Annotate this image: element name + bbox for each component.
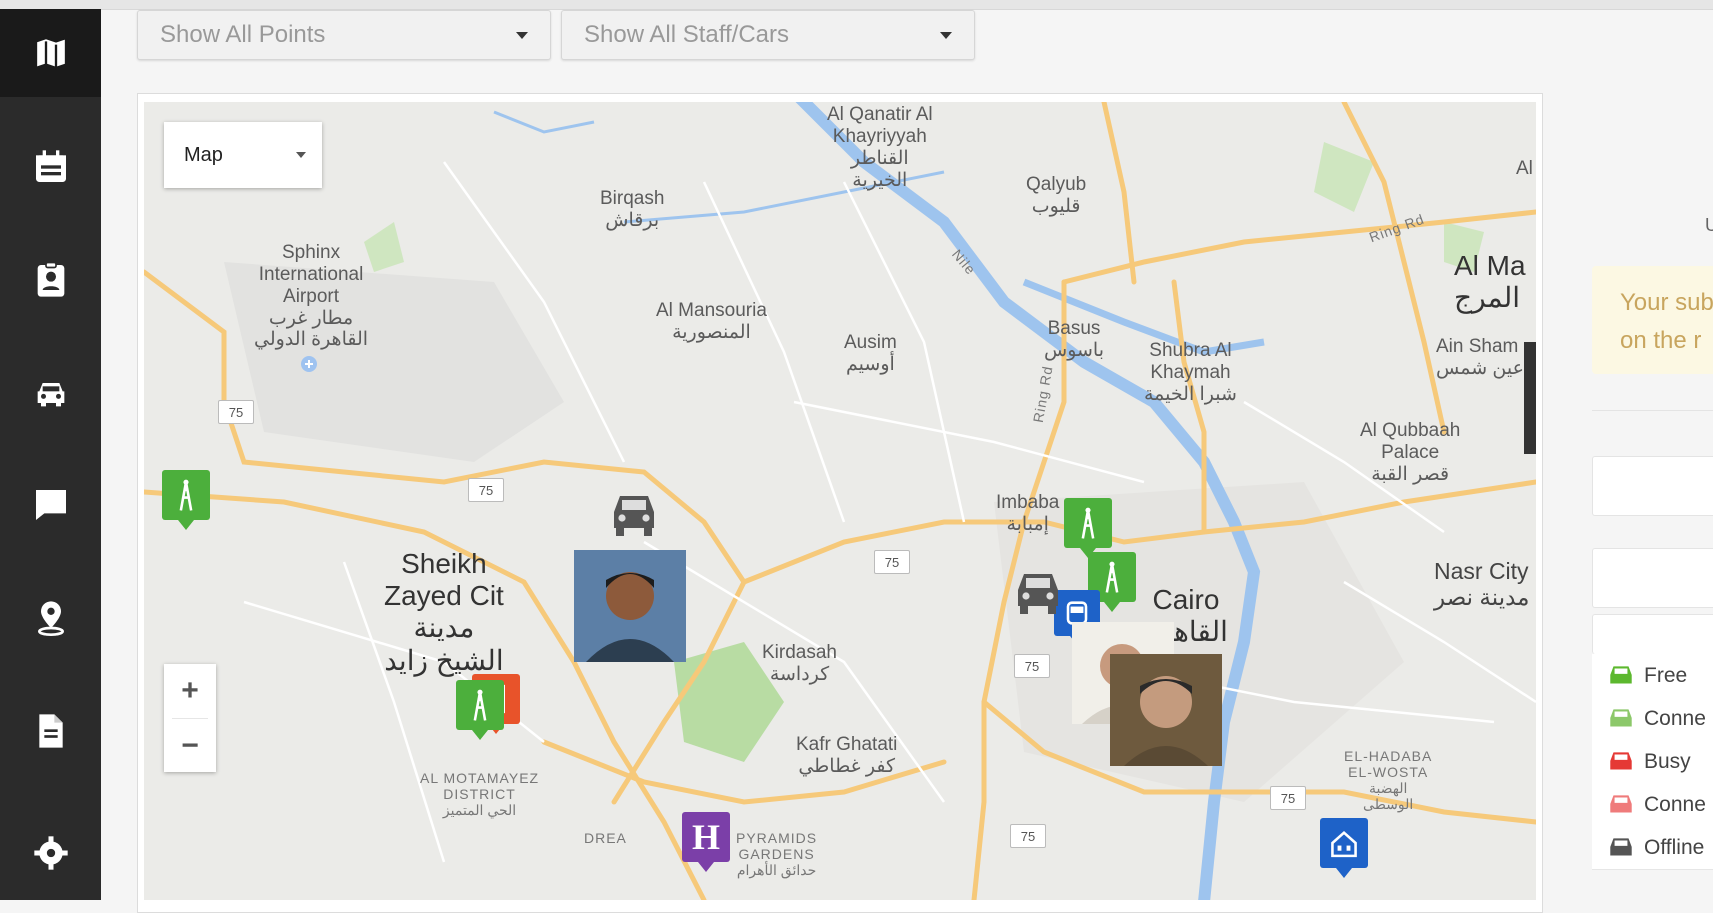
calendar-icon xyxy=(35,150,66,182)
hotel-icon: H xyxy=(691,817,720,857)
map-type-label: Map xyxy=(184,143,223,166)
place-label: EL-HADABA EL-WOSTA الهضبة الوسطى xyxy=(1344,748,1433,813)
radio-tower-icon xyxy=(179,479,193,511)
panel-box xyxy=(1592,614,1713,654)
map-canvas[interactable]: Al Qanatir Al Khayriyyah القناطر الخيرية Qa… xyxy=(144,102,1536,900)
place-label: Imbaba إمبابة xyxy=(996,492,1060,535)
notice-text: Your sub on the r xyxy=(1620,289,1713,354)
legend-row-busy: Busy xyxy=(1592,740,1713,784)
person-photo xyxy=(1110,654,1222,766)
place-label: Kafr Ghatati كفر غطاطي xyxy=(796,734,898,777)
legend-label: Offline xyxy=(1644,835,1705,859)
zoom-control: + − xyxy=(164,664,216,772)
legend-label: Busy xyxy=(1644,749,1691,773)
tower-marker[interactable] xyxy=(1064,498,1112,558)
car-icon xyxy=(1610,837,1632,855)
map-type-select[interactable]: Map xyxy=(164,122,322,188)
place-label: PYRAMIDS GARDENS حدائق الأهرام xyxy=(736,830,818,879)
radio-tower-icon xyxy=(1105,561,1119,593)
place-label: Al xyxy=(1516,158,1533,179)
subscription-notice: Your sub on the r xyxy=(1592,266,1713,374)
car-icon xyxy=(1610,751,1632,769)
place-label: Al Ma المرج xyxy=(1454,250,1526,314)
legend-label: Conne xyxy=(1644,792,1706,816)
place-label: Kirdasah كرداسة xyxy=(762,642,837,685)
car-marker-offline[interactable] xyxy=(1010,566,1066,618)
road-shield: 75 xyxy=(1014,654,1050,678)
hotel-marker[interactable]: H xyxy=(682,812,730,872)
place-label: AL MOTAMAYEZ DISTRICT الحي المتميز xyxy=(420,770,540,819)
car-marker-offline[interactable] xyxy=(606,488,662,540)
car-icon xyxy=(1610,665,1632,683)
gear-icon xyxy=(33,836,68,870)
points-filter-select[interactable]: Show All Points xyxy=(137,10,551,60)
legend-row-offline: Offline xyxy=(1592,826,1713,870)
map-icon xyxy=(34,36,67,70)
place-label: Sheikh Zayed Cit مدينة الشيخ زايد xyxy=(384,548,504,676)
sidebar-item-locations[interactable] xyxy=(0,574,101,662)
staff-avatar[interactable] xyxy=(574,550,686,662)
sidebar-item-messages[interactable] xyxy=(0,461,101,549)
staff-avatar[interactable] xyxy=(1110,654,1222,766)
legend-row-connecting: Conne xyxy=(1592,697,1713,741)
legend-label: Conne xyxy=(1644,706,1706,730)
fullscreen-tab[interactable] xyxy=(1524,342,1536,454)
road-shield: 75 xyxy=(218,400,254,424)
road-shield: 75 xyxy=(468,478,504,502)
map-tiles xyxy=(144,102,1536,900)
panel-text: U xyxy=(1705,215,1713,235)
legend-row-free: Free xyxy=(1592,654,1713,698)
staff-filter-label: Show All Staff/Cars xyxy=(584,21,789,48)
sidebar-item-assignments[interactable] xyxy=(0,236,101,324)
chat-icon xyxy=(35,490,66,520)
place-label: Qalyub قليوب xyxy=(1026,174,1087,217)
clipboard-user-icon xyxy=(37,261,64,297)
zoom-in-button[interactable]: + xyxy=(164,664,216,718)
sidebar-item-calendar[interactable] xyxy=(0,123,101,211)
chevron-down-icon xyxy=(296,152,306,158)
tower-marker[interactable] xyxy=(456,680,504,740)
place-label: Al Qanatir Al Khayriyyah القناطر الخيرية xyxy=(827,104,933,191)
document-icon xyxy=(38,714,63,748)
radio-tower-icon xyxy=(473,689,487,721)
top-border xyxy=(0,0,1713,10)
place-label: Ausim أوسيم xyxy=(844,332,897,375)
tower-marker[interactable] xyxy=(162,470,210,530)
sidebar-item-cars[interactable] xyxy=(0,349,101,437)
legend-label: Free xyxy=(1644,663,1688,687)
school-marker[interactable] xyxy=(1320,818,1368,878)
divider xyxy=(1592,410,1713,411)
panel-box[interactable] xyxy=(1592,548,1713,608)
location-pin-icon xyxy=(37,601,64,636)
place-label: Shubra Al Khaymah شبرا الخيمة xyxy=(1144,340,1237,405)
place-label: Nasr City مدينة نصر xyxy=(1434,558,1530,611)
car-icon xyxy=(1610,708,1632,726)
legend-row-connecting-busy: Conne xyxy=(1592,783,1713,827)
place-label: Sphinx International Airport مطار غرب القاهر… xyxy=(254,242,369,351)
staff-filter-select[interactable]: Show All Staff/Cars xyxy=(561,10,975,60)
sidebar-item-map[interactable] xyxy=(0,9,101,97)
car-icon xyxy=(1610,794,1632,812)
sidebar-nav xyxy=(0,9,101,900)
place-label: Al Qubbaah Palace قصر القبة xyxy=(1360,420,1461,485)
road-shield: 75 xyxy=(1010,824,1046,848)
panel-box[interactable] xyxy=(1592,456,1713,516)
car-icon xyxy=(37,383,64,407)
chevron-down-icon xyxy=(516,31,528,39)
road-shield: 75 xyxy=(1270,786,1306,810)
road-shield: 75 xyxy=(874,550,910,574)
person-photo xyxy=(574,550,686,662)
place-label: DREA xyxy=(584,830,627,846)
place-label: Al Mansouria المنصورية xyxy=(656,300,767,343)
place-label: Basus باسوس xyxy=(1044,318,1105,361)
chevron-down-icon xyxy=(940,31,952,39)
radio-tower-icon xyxy=(1081,507,1095,539)
sidebar-item-reports[interactable] xyxy=(0,687,101,775)
points-filter-label: Show All Points xyxy=(160,21,326,48)
school-icon xyxy=(1331,830,1357,858)
sidebar-item-settings[interactable] xyxy=(0,809,101,897)
zoom-out-button[interactable]: − xyxy=(164,719,216,773)
place-label: Birqash برقاش xyxy=(600,188,665,231)
place-label: Ain Sham عين شمس xyxy=(1436,336,1524,379)
